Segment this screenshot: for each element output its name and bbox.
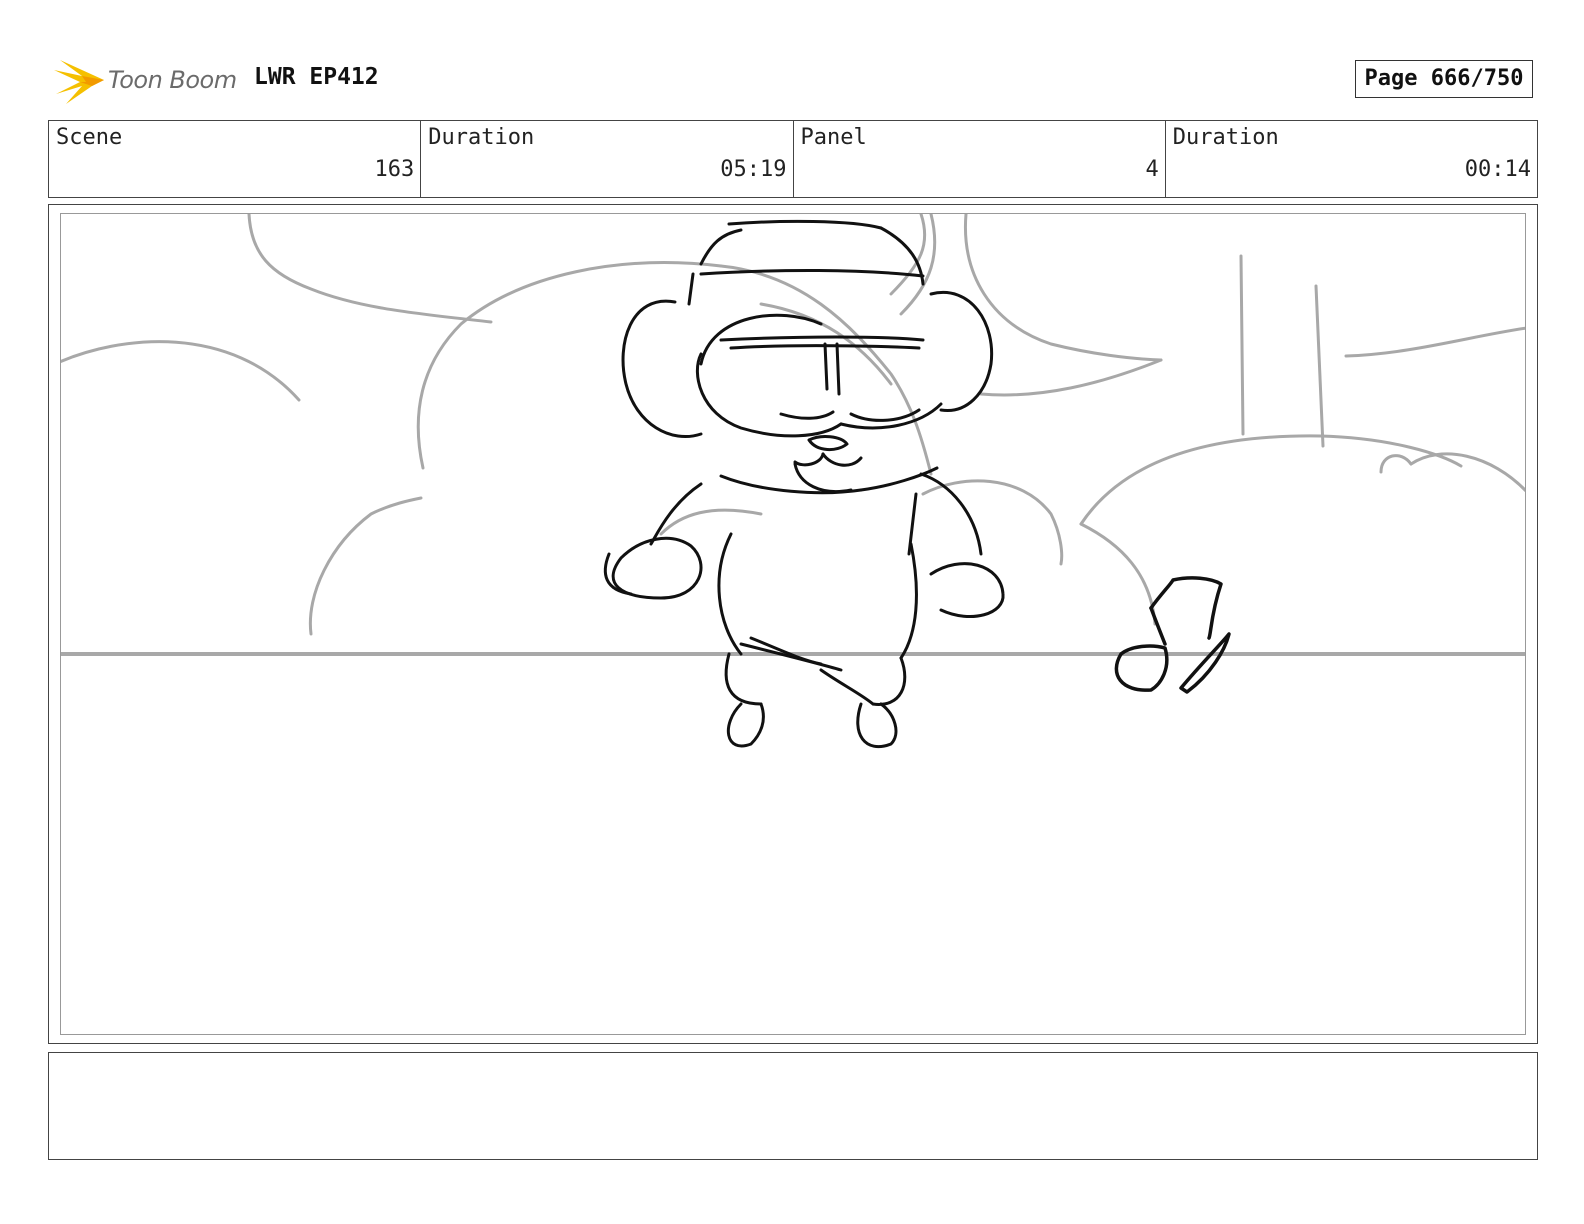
- object-sketch: [1114, 576, 1231, 694]
- scene-info-row: Scene 163 Duration 05:19 Panel 4 Duratio…: [48, 120, 1538, 198]
- panel-duration-value: 00:14: [1464, 157, 1531, 182]
- episode-title: LWR EP412: [254, 64, 379, 90]
- storyboard-panel-frame: [48, 204, 1538, 1044]
- storyboard-sketch-image: [60, 213, 1526, 1035]
- panel-label: Panel: [800, 125, 867, 150]
- toon-boom-logo: Toon Boom: [52, 56, 242, 106]
- character-sketch: [603, 219, 1005, 749]
- panel-duration-label: Duration: [1172, 125, 1279, 150]
- scene-duration-label: Duration: [428, 125, 535, 150]
- scene-cell: Scene 163: [49, 121, 422, 197]
- panel-duration-cell: Duration 00:14: [1166, 121, 1537, 197]
- background-sketch: [61, 214, 1525, 656]
- scene-value: 163: [374, 157, 415, 182]
- storyboard-header: Toon Boom LWR EP412 Page 666/750: [48, 54, 1538, 108]
- sketch-drawing: [61, 214, 1525, 749]
- starburst-icon: [54, 60, 104, 104]
- panel-value: 4: [1145, 157, 1159, 182]
- scene-label: Scene: [56, 125, 123, 150]
- scene-duration-cell: Duration 05:19: [421, 121, 794, 197]
- logo-text: Toon Boom: [108, 66, 237, 94]
- panel-notes-box: [48, 1052, 1538, 1160]
- panel-cell: Panel 4: [794, 121, 1166, 197]
- page-number: Page 666/750: [1355, 60, 1533, 98]
- scene-duration-value: 05:19: [720, 157, 787, 182]
